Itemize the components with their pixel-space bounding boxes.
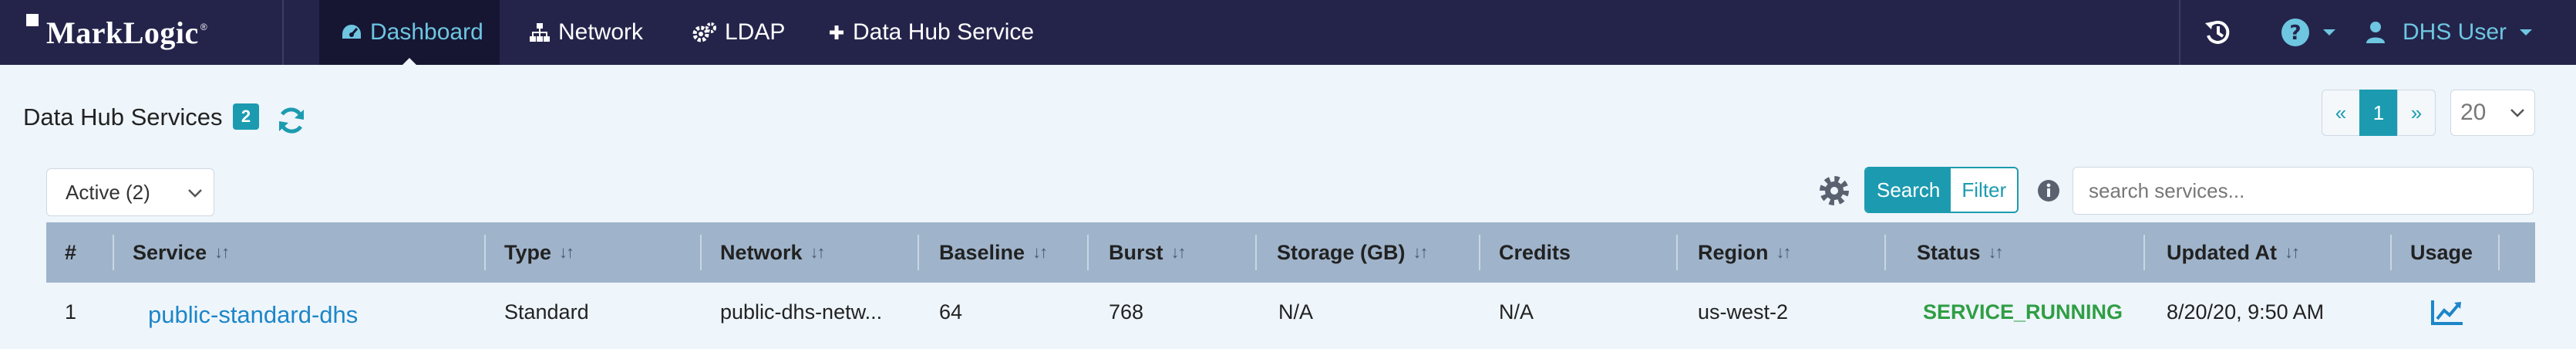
usage-chart-button[interactable] <box>2430 295 2464 329</box>
line-chart-icon <box>2431 300 2463 325</box>
cell-region: us-west-2 <box>1698 300 1789 324</box>
user-icon <box>2366 22 2385 43</box>
sort-icon: ↓↑ <box>1776 242 1792 262</box>
page-title: Data Hub Services <box>23 103 223 130</box>
cell-burst: 768 <box>1109 300 1144 324</box>
nav-item-network[interactable]: Network <box>529 0 643 65</box>
column-divider <box>1479 235 1480 270</box>
nav-divider <box>2179 0 2180 65</box>
active-nav-caret <box>402 58 416 65</box>
prev-page-button[interactable]: « <box>2322 90 2360 136</box>
cogs-icon <box>692 22 716 42</box>
column-header-burst[interactable]: Burst ↓↑ <box>1109 222 1187 283</box>
column-header-index: # <box>65 240 77 264</box>
column-divider <box>2498 235 2500 270</box>
status-filter-value: Active (2) <box>66 180 150 204</box>
column-header-network[interactable]: Network ↓↑ <box>720 222 826 283</box>
cell-updated-at: 8/20/20, 9:50 AM <box>2167 300 2325 324</box>
page-size-select[interactable]: 20 <box>2450 90 2535 136</box>
sort-icon: ↓↑ <box>1170 242 1187 262</box>
refresh-icon <box>279 107 304 134</box>
column-divider <box>2143 235 2145 270</box>
history-icon <box>2205 20 2230 44</box>
page-size-value: 20 <box>2460 100 2487 125</box>
caret-down-icon <box>2520 29 2533 36</box>
nav-item-ldap[interactable]: LDAP <box>692 0 785 65</box>
column-divider <box>113 235 114 270</box>
brand-registered-mark: ® <box>200 22 207 32</box>
sort-icon: ↓↑ <box>1413 242 1429 262</box>
nav-item-data-hub-service[interactable]: Data Hub Service <box>828 0 1034 65</box>
service-link[interactable]: public-standard-dhs <box>148 298 358 332</box>
info-circle-icon <box>2038 180 2059 202</box>
refresh-button[interactable] <box>276 105 307 140</box>
cell-index: 1 <box>65 300 77 324</box>
next-page-button[interactable]: » <box>2397 90 2436 136</box>
column-header-service[interactable]: Service ↓↑ <box>133 222 230 283</box>
column-divider <box>1255 235 1257 270</box>
chevron-down-icon <box>2510 109 2524 117</box>
services-table-header: # Service ↓↑ Type ↓↑ Network ↓↑ Baseline ↓↑ … <box>46 222 2535 283</box>
sort-icon: ↓↑ <box>810 242 826 262</box>
column-header-usage: Usage <box>2410 240 2473 264</box>
cell-baseline: 64 <box>939 300 963 324</box>
column-divider <box>2390 235 2392 270</box>
question-circle-icon: ? <box>2281 19 2309 46</box>
chevron-down-icon <box>188 189 202 198</box>
sort-icon: ↓↑ <box>1032 242 1048 262</box>
cell-type: Standard <box>504 300 589 324</box>
plus-icon <box>830 25 844 39</box>
column-divider <box>918 235 919 270</box>
search-info-button[interactable] <box>2037 179 2060 206</box>
status-badge: SERVICE_RUNNING <box>1923 300 2123 324</box>
user-menu-button[interactable]: DHS User <box>2366 0 2541 65</box>
column-header-baseline[interactable]: Baseline ↓↑ <box>939 222 1048 283</box>
status-filter-select[interactable]: Active (2) <box>46 168 214 216</box>
nav-divider <box>282 0 284 65</box>
nav-item-label: Data Hub Service <box>853 19 1035 45</box>
column-divider <box>1087 235 1089 270</box>
top-navbar: MarkLogic ® Dashboard Network LDAP Data … <box>0 0 2576 65</box>
column-divider <box>1884 235 1886 270</box>
sort-icon: ↓↑ <box>559 242 574 262</box>
settings-button[interactable] <box>1817 173 1852 212</box>
column-header-credits: Credits <box>1499 240 1571 264</box>
search-filter-toggle: Search Filter <box>1864 167 2019 213</box>
history-button[interactable] <box>2204 0 2239 65</box>
tachometer-icon <box>342 25 361 39</box>
user-name: DHS User <box>2403 19 2507 45</box>
column-divider <box>484 235 486 270</box>
pagination: « 1 » <box>2322 90 2436 136</box>
sitemap-icon <box>530 23 550 42</box>
svg-text:?: ? <box>2289 22 2301 45</box>
column-header-type[interactable]: Type ↓↑ <box>504 222 574 283</box>
nav-item-dashboard[interactable]: Dashboard <box>319 0 500 65</box>
column-header-region[interactable]: Region ↓↑ <box>1698 222 1792 283</box>
current-page-button[interactable]: 1 <box>2359 90 2398 136</box>
brand-logo[interactable]: MarkLogic ® <box>23 8 207 57</box>
help-menu-button[interactable]: ? <box>2281 0 2344 65</box>
cell-credits: N/A <box>1499 300 1534 324</box>
search-mode-button[interactable]: Search <box>1866 168 1951 212</box>
column-divider <box>700 235 702 270</box>
sort-icon: ↓↑ <box>214 242 230 262</box>
column-divider <box>1676 235 1678 270</box>
column-header-status[interactable]: Status ↓↑ <box>1917 222 2004 283</box>
cell-storage: N/A <box>1278 300 1314 324</box>
filter-mode-button[interactable]: Filter <box>1951 168 2018 212</box>
brand-name: MarkLogic <box>46 15 199 50</box>
nav-item-label: Dashboard <box>370 19 483 45</box>
caret-down-icon <box>2323 29 2335 36</box>
gear-icon <box>1820 176 1849 205</box>
cell-network: public-dhs-netw... <box>720 300 883 324</box>
nav-item-label: Network <box>558 19 644 45</box>
service-count-badge: 2 <box>233 103 259 130</box>
search-services-input[interactable] <box>2073 167 2534 215</box>
nav-item-label: LDAP <box>725 19 786 45</box>
logo-mark-icon <box>26 14 39 26</box>
column-header-storage[interactable]: Storage (GB) ↓↑ <box>1277 222 1429 283</box>
sort-icon: ↓↑ <box>2285 242 2300 262</box>
column-header-updated-at[interactable]: Updated At ↓↑ <box>2167 222 2300 283</box>
sort-icon: ↓↑ <box>1988 242 2004 262</box>
